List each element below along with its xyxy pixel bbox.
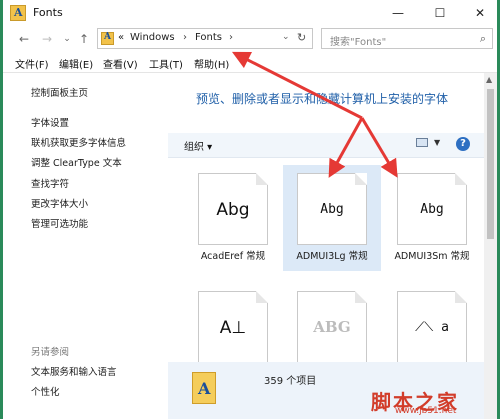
arrow-to-admui3sm: [360, 117, 398, 178]
annotation-arrows: [231, 51, 398, 178]
arrow-to-fonts-path: [231, 51, 363, 120]
arrow-to-admui3lg: [328, 117, 364, 178]
